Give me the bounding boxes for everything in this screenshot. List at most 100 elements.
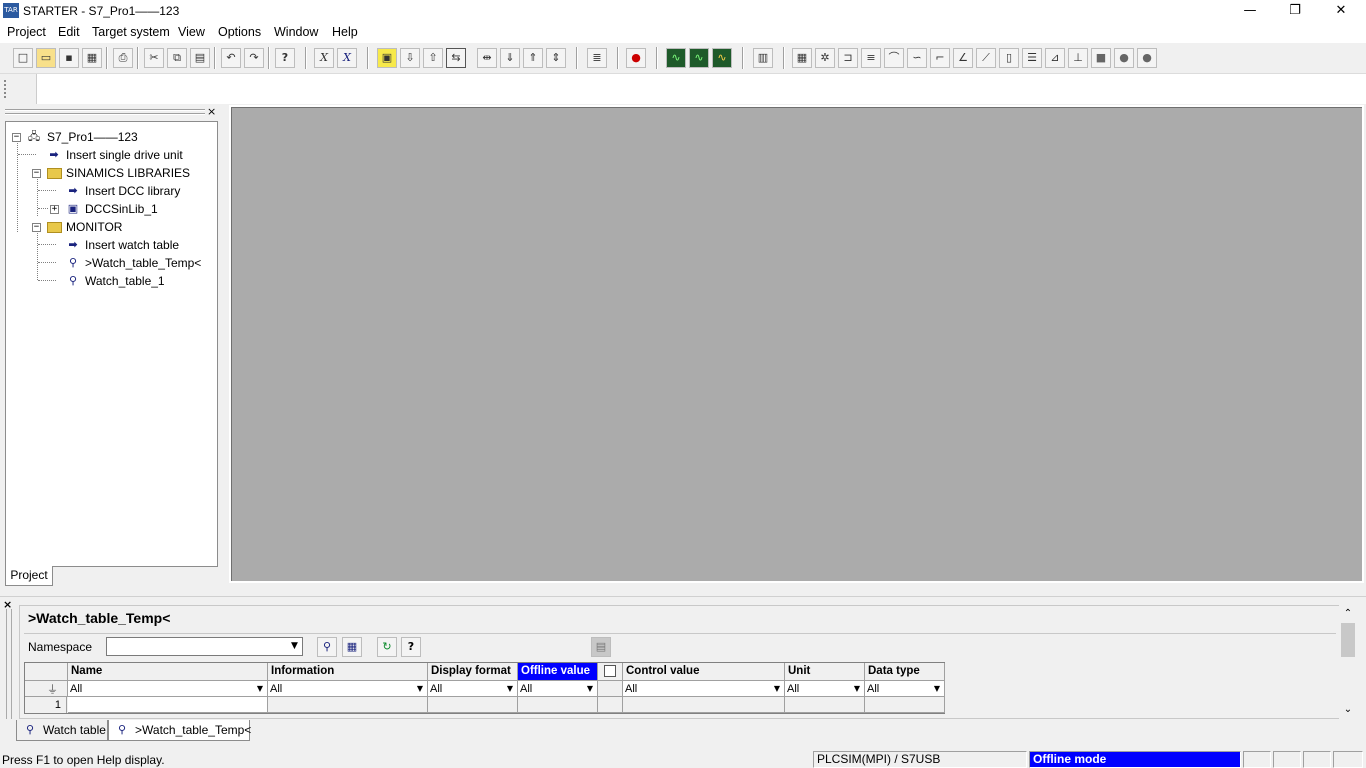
redo-icon[interactable]: ↷ <box>244 48 264 68</box>
new-icon[interactable]: □ <box>13 48 33 68</box>
lines2-icon[interactable]: ☰ <box>1022 48 1042 68</box>
tree-item-insert-watch-table[interactable]: ➡ Insert watch table <box>6 236 206 254</box>
commissioning-icon[interactable]: ● <box>626 48 646 68</box>
accessible-nodes-icon[interactable]: ▣ <box>377 48 397 68</box>
column-header-display-format[interactable]: Display format <box>428 663 518 681</box>
chevron-down-icon[interactable]: ▼ <box>584 682 596 695</box>
cell-control-value[interactable] <box>623 697 785 713</box>
open-icon[interactable]: ▭ <box>36 48 56 68</box>
undo-icon[interactable]: ↶ <box>221 48 241 68</box>
cell-name[interactable] <box>68 697 268 713</box>
ramp2-icon[interactable]: ⊥ <box>1068 48 1088 68</box>
menu-window[interactable]: Window <box>274 25 318 39</box>
filter-data-type[interactable]: All ▼ <box>865 681 945 697</box>
curve5-icon[interactable]: ⟋ <box>976 48 996 68</box>
detail-scrollbar[interactable]: ⌃ ⌄ <box>1339 605 1357 719</box>
x-formula-edit-icon[interactable]: X <box>337 48 357 68</box>
print-icon[interactable]: ⎙ <box>113 48 133 68</box>
cell-checkbox[interactable] <box>598 697 623 713</box>
column-header-information[interactable]: Information <box>268 663 428 681</box>
menu-target-system[interactable]: Target system <box>92 25 170 39</box>
paste-icon[interactable]: ▤ <box>190 48 210 68</box>
lines-icon[interactable]: ≡ <box>861 48 881 68</box>
project-navigator-header[interactable]: × <box>3 105 219 119</box>
chevron-down-icon[interactable]: ▼ <box>254 682 266 695</box>
menu-options[interactable]: Options <box>218 25 261 39</box>
square-icon[interactable]: ■ <box>1091 48 1111 68</box>
transfer-icon[interactable]: ⇕ <box>546 48 566 68</box>
tab-project[interactable]: Project <box>5 566 53 586</box>
scroll-down-icon[interactable]: ⌄ <box>1339 703 1357 717</box>
tree-item-insert-drive[interactable]: ➡ Insert single drive unit <box>6 146 206 164</box>
collapse-icon[interactable]: − <box>32 169 41 178</box>
load-icon[interactable]: ⇩ <box>400 48 420 68</box>
chevron-down-icon[interactable]: ▼ <box>851 682 863 695</box>
copy-icon[interactable]: ⧉ <box>167 48 187 68</box>
ramp1-icon[interactable]: ⊿ <box>1045 48 1065 68</box>
save-compile-icon[interactable]: ▦ <box>82 48 102 68</box>
collapse-icon[interactable]: − <box>32 223 41 232</box>
tree-item-monitor[interactable]: − MONITOR <box>6 218 206 236</box>
disconnect-icon[interactable]: ⇹ <box>477 48 497 68</box>
help-icon[interactable]: ? <box>401 637 421 657</box>
tree-item-watch-table-1[interactable]: ⚲ Watch_table_1 <box>6 272 206 290</box>
help-context-icon[interactable]: ? <box>275 48 295 68</box>
chevron-down-icon[interactable]: ▼ <box>414 682 426 695</box>
tree-item-sinamics-libraries[interactable]: − SINAMICS LIBRARIES <box>6 164 206 182</box>
upload-cpu-icon[interactable]: ⇑ <box>523 48 543 68</box>
cut-icon[interactable]: ✂ <box>144 48 164 68</box>
cell-display-format[interactable] <box>428 697 518 713</box>
toolbar-grip[interactable] <box>4 80 7 98</box>
trace2-icon[interactable]: ∿ <box>689 48 709 68</box>
column-header-name[interactable]: Name <box>68 663 268 681</box>
namespace-select[interactable]: ▼ <box>106 637 303 656</box>
tab-watch-table[interactable]: ⚲ Watch table <box>16 720 108 741</box>
minimize-button[interactable]: — <box>1227 0 1273 22</box>
chevron-down-icon[interactable]: ▼ <box>504 682 516 695</box>
curve1-icon[interactable]: ⌒ <box>884 48 904 68</box>
curve4-icon[interactable]: ∠ <box>953 48 973 68</box>
x-formula-icon[interactable]: X <box>314 48 334 68</box>
chevron-down-icon[interactable]: ▼ <box>931 682 943 695</box>
curve2-icon[interactable]: ∽ <box>907 48 927 68</box>
trace3-icon[interactable]: ∿ <box>712 48 732 68</box>
add-variable-icon[interactable]: ⚲ <box>317 637 337 657</box>
upload-icon[interactable]: ⇧ <box>423 48 443 68</box>
column-header-control-value[interactable]: Control value <box>623 663 785 681</box>
compare-icon[interactable]: ≣ <box>587 48 607 68</box>
column-header-checkbox[interactable] <box>598 663 623 681</box>
scroll-up-icon[interactable]: ⌃ <box>1339 607 1357 621</box>
block-icon[interactable]: ▯ <box>999 48 1019 68</box>
menu-edit[interactable]: Edit <box>58 25 80 39</box>
close-button[interactable]: ✕ <box>1318 0 1364 22</box>
connect-icon[interactable]: ⇆ <box>446 48 466 68</box>
filter-name[interactable]: All ▼ <box>68 681 268 697</box>
filter-information[interactable]: All ▼ <box>268 681 428 697</box>
tree-item-watch-table-temp[interactable]: ⚲ >Watch_table_Temp< <box>6 254 206 272</box>
collapse-icon[interactable]: − <box>12 133 21 142</box>
detail-grip[interactable] <box>6 609 12 719</box>
filter-control-value[interactable]: All ▼ <box>623 681 785 697</box>
circle2-icon[interactable]: ● <box>1137 48 1157 68</box>
variables-icon[interactable]: ▦ <box>342 637 362 657</box>
refresh-icon[interactable]: ↻ <box>377 637 397 657</box>
menu-project[interactable]: Project <box>7 25 46 39</box>
chevron-down-icon[interactable]: ▼ <box>771 682 783 695</box>
chevron-down-icon[interactable]: ▼ <box>287 638 302 655</box>
project-close-icon[interactable]: × <box>207 105 216 118</box>
circle-icon[interactable]: ● <box>1114 48 1134 68</box>
menu-view[interactable]: View <box>178 25 205 39</box>
tree-item-project[interactable]: − 🖧 S7_Pro1——123 <box>6 128 206 146</box>
select-all-checkbox[interactable] <box>604 665 616 677</box>
tree-item-dccsinlib[interactable]: + ▣ DCCSinLib_1 <box>6 200 206 218</box>
filter-display-format[interactable]: All ▼ <box>428 681 518 697</box>
download-icon[interactable]: ⇓ <box>500 48 520 68</box>
expand-icon[interactable]: + <box>50 205 59 214</box>
table-settings-icon[interactable]: ▤ <box>591 637 611 657</box>
scroll-thumb[interactable] <box>1341 623 1355 657</box>
trace-icon[interactable]: ∿ <box>666 48 686 68</box>
restore-button[interactable]: ❐ <box>1272 0 1318 22</box>
tab-watch-table-temp[interactable]: ⚲ >Watch_table_Temp< <box>108 720 251 741</box>
tree-item-insert-dcc[interactable]: ➡ Insert DCC library <box>6 182 206 200</box>
menu-help[interactable]: Help <box>332 25 358 39</box>
